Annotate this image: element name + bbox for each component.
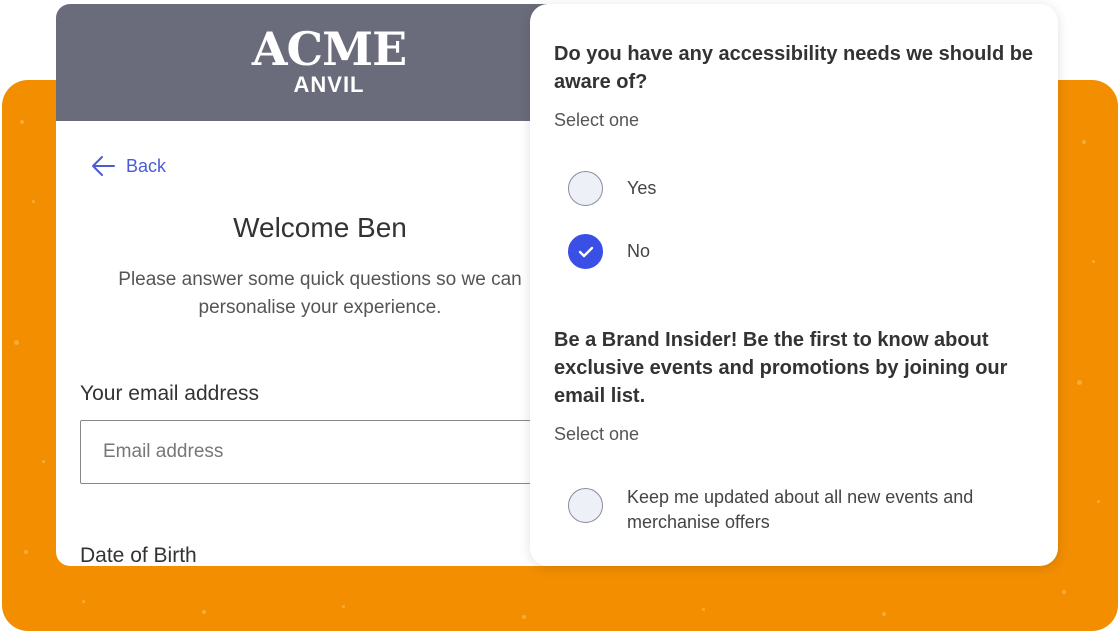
brand-insider-question: Be a Brand Insider! Be the first to know… [554,329,1008,407]
radio-checked-icon[interactable] [568,234,603,269]
accessibility-option-no[interactable]: No [568,234,650,269]
accessibility-option-yes[interactable]: Yes [568,171,656,206]
welcome-title: Welcome Ben [233,212,407,243]
accessibility-question: Do you have any accessibility needs we s… [554,43,1034,93]
checkmark-icon [578,246,593,257]
option-label: Keep me updated about all new events and… [627,487,974,532]
date-of-birth-label: Date of Birth [80,544,197,566]
brand-insider-hint: Select one [554,424,640,444]
back-label: Back [126,155,167,176]
brand-insider-option-keep-updated[interactable]: Keep me updated about all new events and… [568,485,1007,535]
email-label: Your email address [80,382,259,405]
acme-anvil-logo: ACME ANVIL [239,26,419,98]
welcome-description: Please answer some quick questions so we… [118,269,522,318]
option-label: No [627,241,651,261]
radio-unchecked-icon[interactable] [568,488,603,523]
email-field[interactable] [80,420,600,484]
accessibility-hint: Select one [554,110,640,130]
preferences-card: Do you have any accessibility needs we s… [530,4,1058,566]
logo-text-acme: ACME [251,22,407,76]
arrow-left-icon [90,154,116,178]
back-button[interactable]: Back [90,154,166,178]
radio-unchecked-icon[interactable] [568,171,603,206]
option-label: Yes [627,178,657,198]
